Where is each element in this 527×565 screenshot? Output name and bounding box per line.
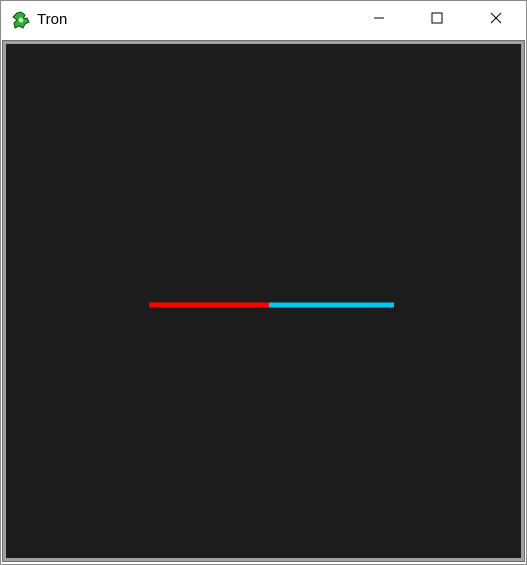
maximize-button[interactable]	[408, 1, 466, 39]
tron-app-icon	[12, 11, 30, 29]
title-bar[interactable]: Tron	[1, 1, 526, 39]
close-button[interactable]	[467, 1, 525, 39]
minimize-button[interactable]	[350, 1, 408, 39]
game-arena[interactable]	[6, 44, 521, 558]
arena-canvas	[149, 302, 394, 308]
client-frame	[2, 40, 525, 562]
maximize-icon	[431, 11, 443, 29]
minimize-icon	[373, 11, 385, 29]
close-icon	[490, 11, 502, 29]
window-title: Tron	[37, 11, 68, 28]
app-window: Tron	[0, 0, 527, 565]
